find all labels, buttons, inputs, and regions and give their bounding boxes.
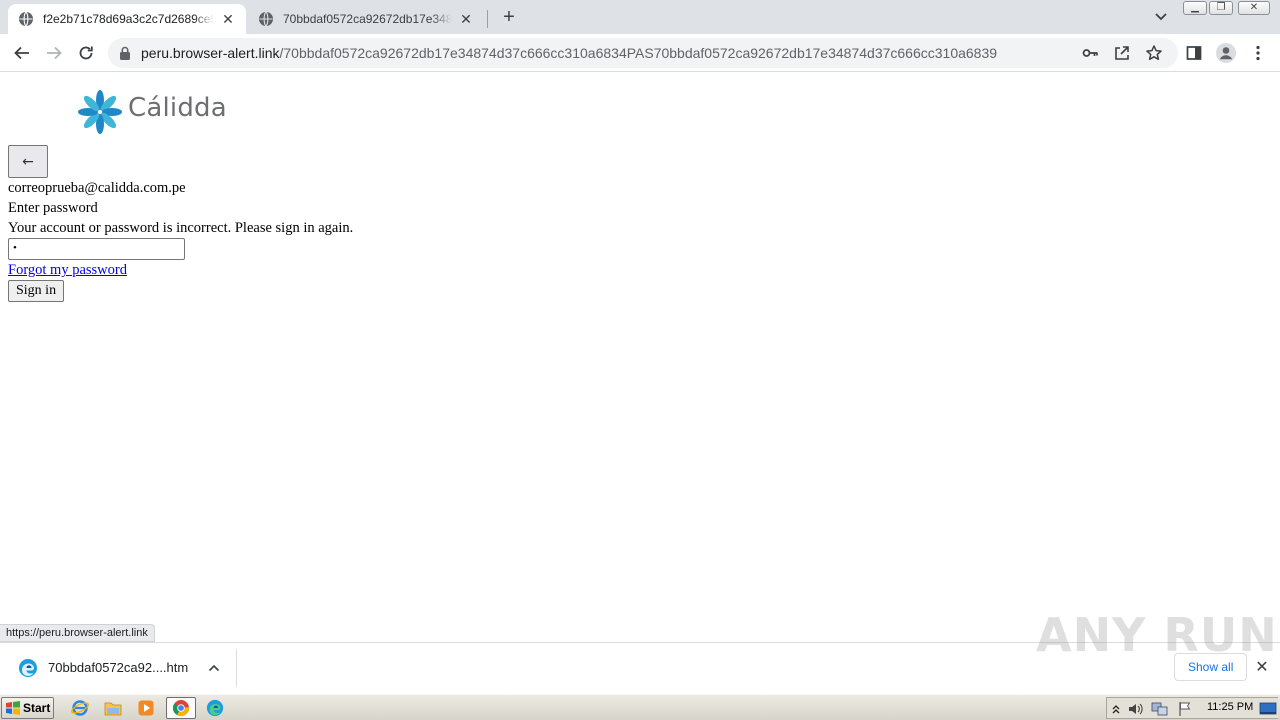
show-desktop-icon[interactable] <box>1259 701 1277 717</box>
arrow-left-icon: ← <box>22 153 34 170</box>
shelf-separator <box>236 649 237 687</box>
globe-icon <box>259 11 273 27</box>
anyrun-watermark: ANY RUN <box>1036 608 1278 662</box>
network-icon[interactable] <box>1151 701 1169 717</box>
bookmark-button[interactable] <box>1143 42 1165 64</box>
taskbar-chrome[interactable] <box>166 697 196 719</box>
url-path: /70bbdaf0572ca92672db17e34874d37c666cc31… <box>279 45 998 61</box>
back-button[interactable]: ← <box>8 145 48 178</box>
forgot-password-link[interactable]: Forgot my password <box>8 262 127 279</box>
taskbar-edge[interactable] <box>203 697 227 719</box>
arrow-right-icon <box>47 46 62 60</box>
side-panel-icon <box>1186 46 1202 60</box>
maximize-window-button[interactable]: ❐ <box>1209 1 1233 15</box>
tray-expand-icon[interactable] <box>1111 702 1121 716</box>
taskbar-clock: 11:25 PM <box>1207 701 1254 713</box>
folder-icon <box>104 702 122 716</box>
flag-icon[interactable] <box>1177 701 1193 717</box>
url-text: peru.browser-alert.link/70bbdaf0572ca926… <box>141 45 997 61</box>
forward-nav-button[interactable] <box>43 42 65 64</box>
share-button[interactable] <box>1111 42 1133 64</box>
back-nav-button[interactable] <box>11 42 33 64</box>
system-tray: 11:25 PM <box>1106 697 1278 719</box>
tab-strip: f2e2b71c78d69a3c2c7d2689ce55a8 ✕ 70bbdaf… <box>0 0 1280 34</box>
chrome-icon <box>172 700 190 717</box>
media-player-icon <box>138 700 154 716</box>
arrow-left-icon <box>14 46 29 60</box>
password-input[interactable]: • <box>8 238 185 260</box>
address-bar[interactable]: peru.browser-alert.link/70bbdaf0572ca926… <box>108 38 1178 68</box>
avatar-icon <box>1216 43 1236 63</box>
taskbar-media-player[interactable] <box>134 697 158 719</box>
close-tab-icon[interactable]: ✕ <box>220 11 236 27</box>
web-page: Cálidda ← correoprueba@calidda.com.pe En… <box>0 72 1280 642</box>
logo-wordmark: Cálidda <box>128 93 227 123</box>
share-icon <box>1115 46 1129 60</box>
link-status-bubble: https://peru.browser-alert.link <box>0 624 155 642</box>
taskbar-ie[interactable] <box>68 697 92 719</box>
volume-icon[interactable] <box>1127 702 1145 716</box>
windows-logo-icon <box>6 701 20 715</box>
globe-icon <box>19 11 33 27</box>
calidda-logo: Cálidda <box>76 88 227 136</box>
menu-button[interactable] <box>1247 42 1269 64</box>
chevron-up-icon[interactable] <box>206 660 222 676</box>
tab-separator <box>487 10 488 28</box>
side-panel-button[interactable] <box>1183 42 1205 64</box>
taskbar-explorer[interactable] <box>101 697 125 719</box>
star-icon <box>1146 45 1162 61</box>
tab-title: f2e2b71c78d69a3c2c7d2689ce55a8 <box>43 12 214 26</box>
tab-search-chevron-icon[interactable] <box>1151 7 1171 27</box>
profile-button[interactable] <box>1215 42 1237 64</box>
new-tab-button[interactable]: + <box>498 6 520 28</box>
page-heading: Enter password <box>8 200 98 216</box>
sign-in-button[interactable]: Sign in <box>8 280 65 302</box>
browser-toolbar: peru.browser-alert.link/70bbdaf0572ca926… <box>0 34 1280 72</box>
key-icon <box>1082 49 1098 57</box>
reload-button[interactable] <box>75 42 97 64</box>
reload-icon <box>79 46 93 60</box>
url-host: peru.browser-alert.link <box>141 45 280 61</box>
close-window-button[interactable]: ✕ <box>1238 1 1270 15</box>
edge-file-icon <box>19 659 37 677</box>
calidda-flower-icon <box>78 90 122 134</box>
error-message: Your account or password is incorrect. P… <box>8 220 354 236</box>
tab-title: 70bbdaf0572ca92672db17e34874d37c <box>283 12 452 26</box>
start-label: Start <box>23 701 51 715</box>
start-button[interactable]: Start <box>1 697 54 719</box>
windows-taskbar: Start 11:25 PM <box>0 694 1280 720</box>
internet-explorer-icon <box>71 700 89 716</box>
password-key-button[interactable] <box>1079 42 1101 64</box>
close-tab-icon[interactable]: ✕ <box>458 11 474 27</box>
tab-2[interactable]: 70bbdaf0572ca92672db17e34874d37c ✕ <box>248 4 484 34</box>
account-email: correoprueba@calidda.com.pe <box>8 180 186 196</box>
lock-icon[interactable] <box>119 46 131 60</box>
edge-icon <box>206 699 224 717</box>
tab-1[interactable]: f2e2b71c78d69a3c2c7d2689ce55a8 ✕ <box>8 4 246 34</box>
kebab-menu-icon <box>1256 45 1260 61</box>
download-item[interactable]: 70bbdaf0572ca92....htm <box>10 651 232 685</box>
download-filename: 70bbdaf0572ca92....htm <box>48 660 189 675</box>
minimize-window-button[interactable]: ▁ <box>1183 1 1207 15</box>
